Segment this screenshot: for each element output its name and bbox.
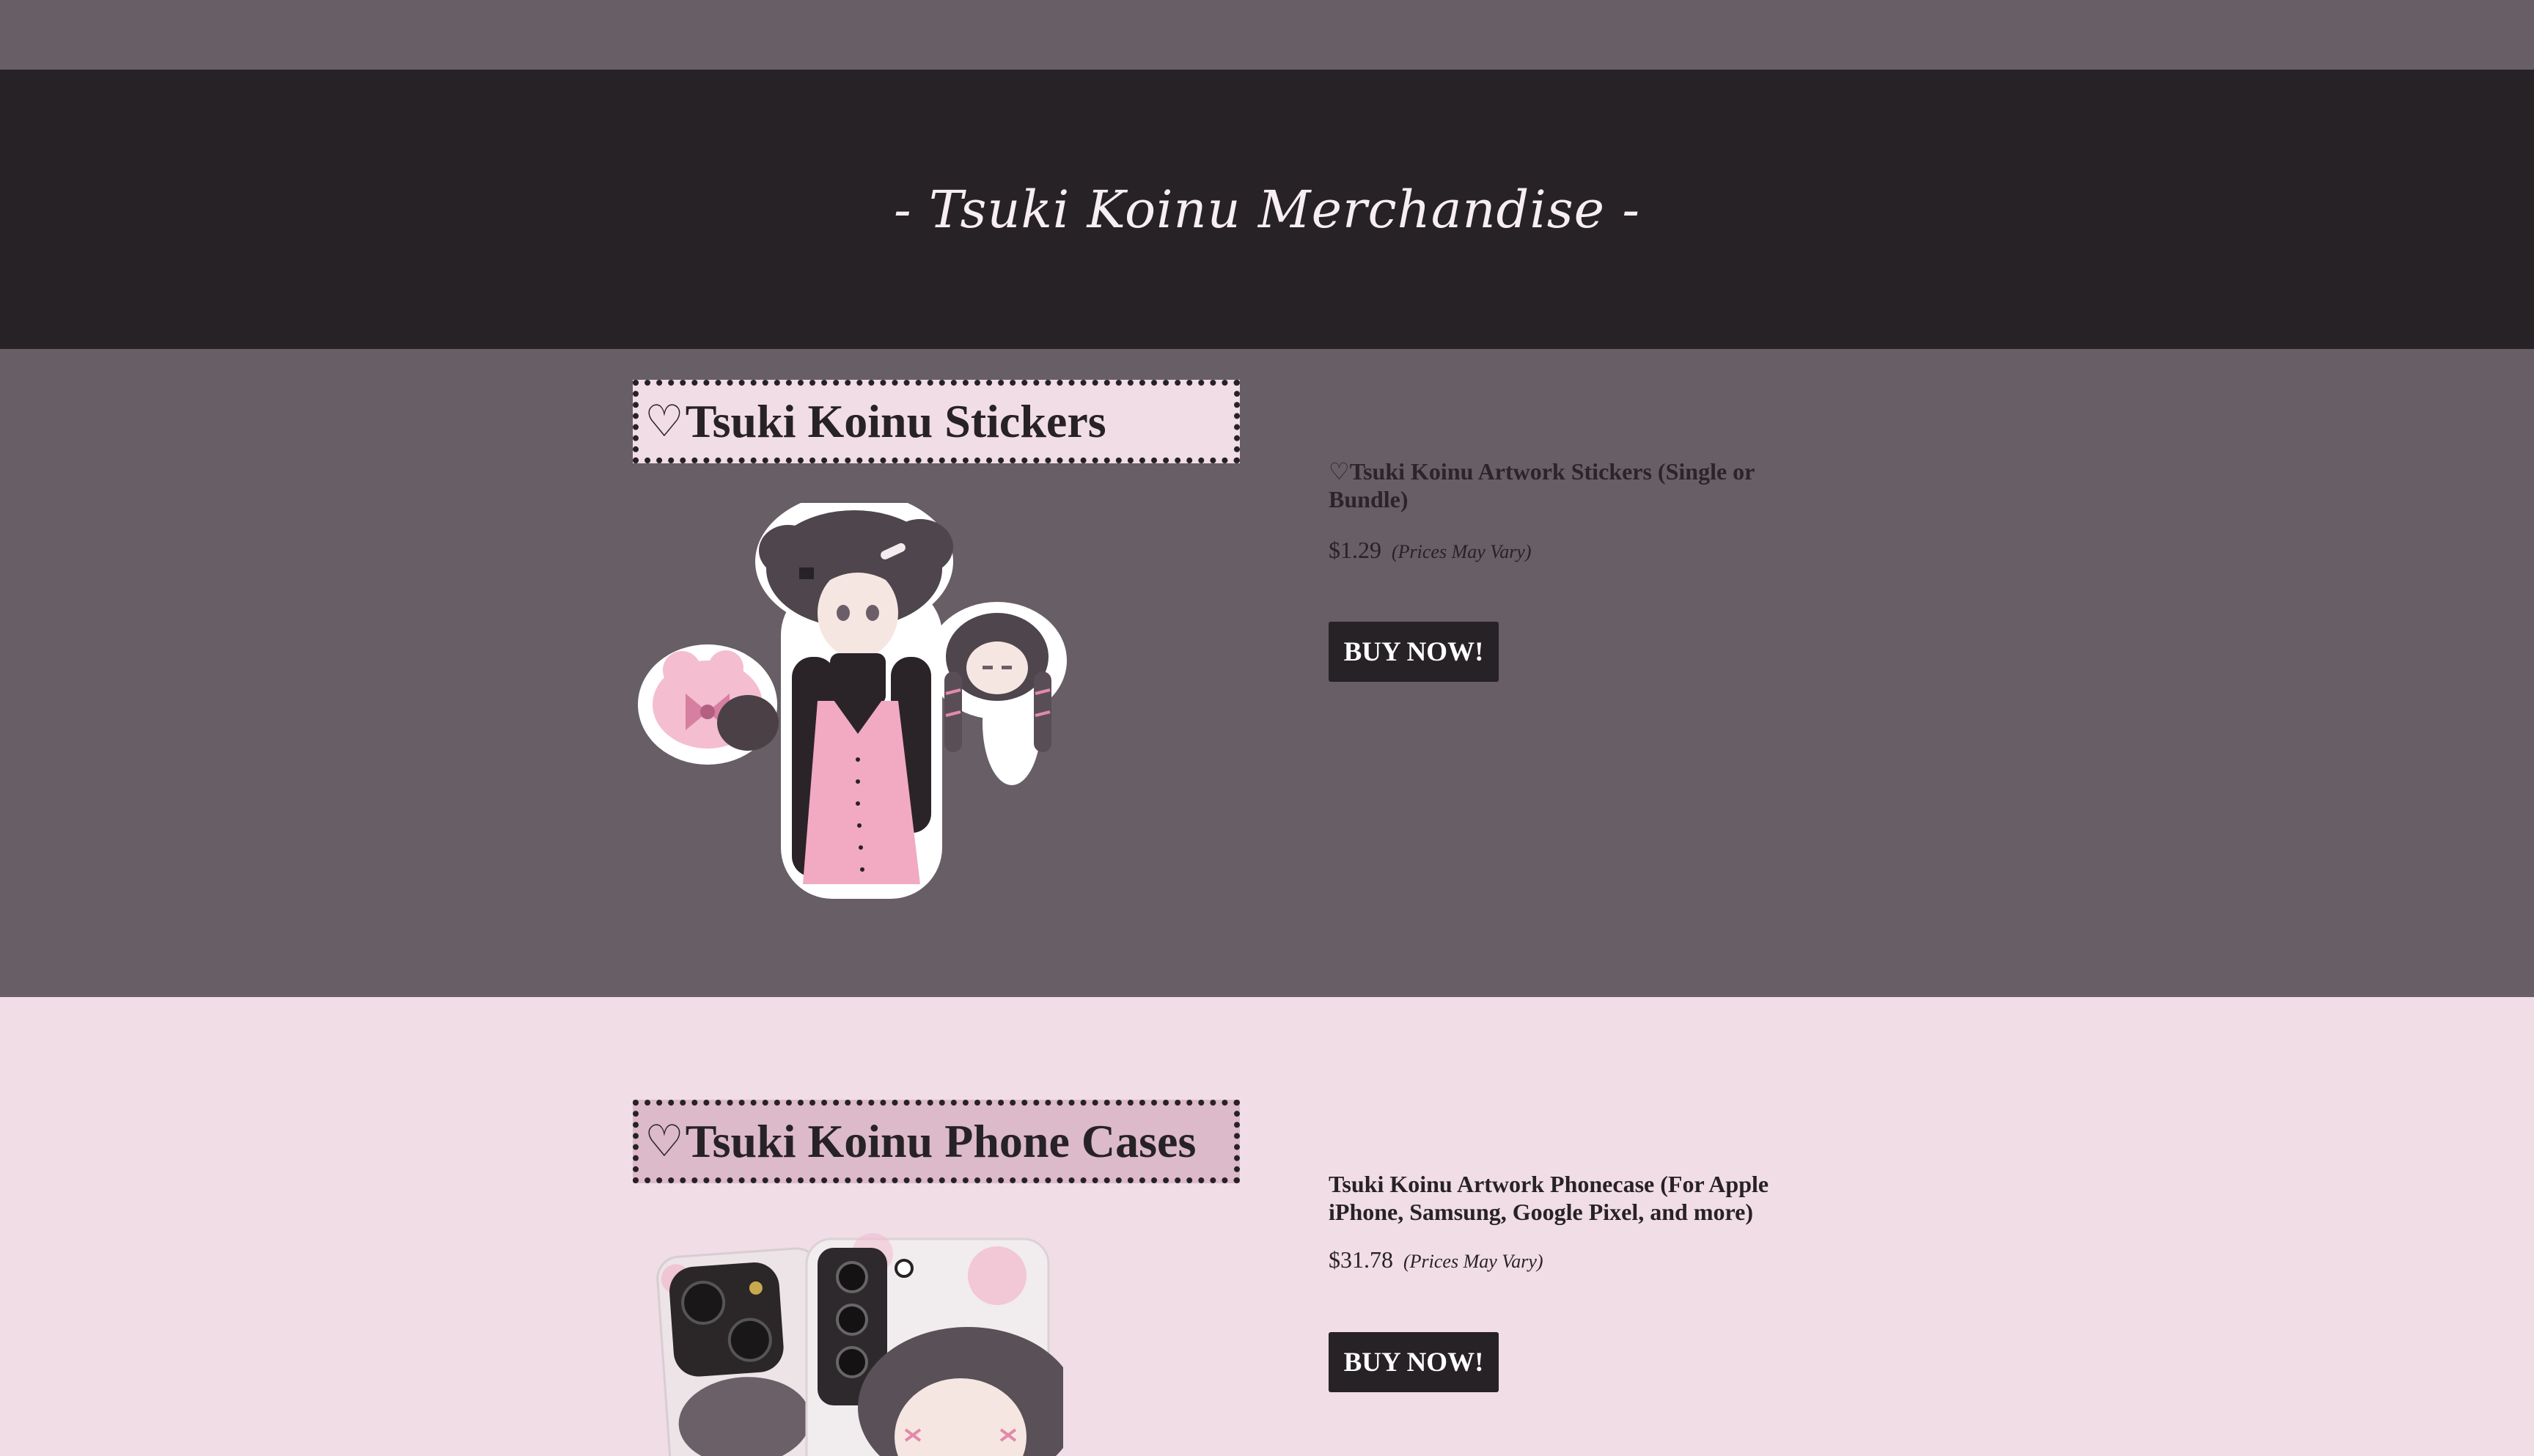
- top-strip: [0, 0, 2534, 70]
- stickers-product-image[interactable]: [638, 503, 1078, 913]
- stickers-heading-text: Tsuki Koinu Stickers: [685, 395, 1106, 447]
- page-title: - Tsuki Koinu Merchandise -: [893, 179, 1641, 240]
- stickers-price: $1.29: [1329, 537, 1381, 563]
- heart-icon: ♡: [644, 396, 684, 447]
- phone-cases-buy-now-button[interactable]: BUY NOW!: [1329, 1332, 1499, 1392]
- stickers-buy-now-button[interactable]: BUY NOW!: [1329, 622, 1499, 682]
- phone-cases-product-image[interactable]: [653, 1232, 1063, 1456]
- stickers-price-note: (Prices May Vary): [1392, 541, 1532, 562]
- phone-cases-price-row: $31.78 (Prices May Vary): [1329, 1246, 1543, 1273]
- phone-cases-section: ♡ Tsuki Koinu Phone Cases Tsuki Koinu Ar…: [0, 997, 2534, 1456]
- phone-cases-heading-text: Tsuki Koinu Phone Cases: [685, 1115, 1197, 1167]
- phone-cases-heading: ♡ Tsuki Koinu Phone Cases: [633, 1100, 1240, 1183]
- page-header: - Tsuki Koinu Merchandise -: [0, 70, 2534, 349]
- heart-icon: ♡: [644, 1116, 684, 1167]
- phone-cases-price: $31.78: [1329, 1246, 1393, 1273]
- phone-cases-product-title[interactable]: Tsuki Koinu Artwork Phonecase (For Apple…: [1329, 1170, 1798, 1226]
- stickers-section: ♡ Tsuki Koinu Stickers ♡Tsuki Koinu Artw…: [0, 349, 2534, 997]
- stickers-price-row: $1.29 (Prices May Vary): [1329, 537, 1532, 564]
- phone-cases-price-note: (Prices May Vary): [1403, 1251, 1543, 1272]
- stickers-product-title[interactable]: ♡Tsuki Koinu Artwork Stickers (Single or…: [1329, 457, 1798, 513]
- stickers-heading: ♡ Tsuki Koinu Stickers: [633, 380, 1240, 463]
